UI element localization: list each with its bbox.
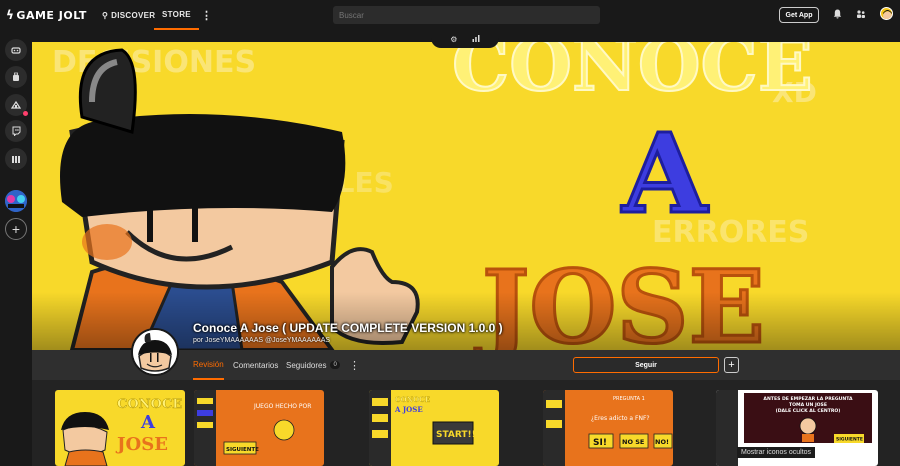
shot4-si-text: SI! (593, 438, 607, 448)
game-title: Conoce A Jose ( UPDATE COMPLETE VERSION … (193, 321, 503, 335)
nav-store[interactable]: STORE (154, 0, 199, 30)
screenshot-thumb-3[interactable]: CONOCE A JOSE START!! (369, 390, 499, 466)
stats-icon[interactable] (5, 148, 27, 170)
shot3-conoce-text: CONOCE (395, 395, 430, 404)
left-sidebar: + (0, 30, 32, 466)
add-community-icon[interactable]: + (5, 218, 27, 240)
shot1-a-text: A (140, 412, 156, 433)
shot4-question-text: ¿Eres adicto a FNF? (591, 415, 650, 422)
seguidores-count-badge: 0 (330, 361, 340, 369)
shot2-juego-text: JUEGO HECHO POR (253, 403, 311, 410)
add-to-playlist-button[interactable]: + (724, 357, 739, 373)
shot4-nose-text: NO SE (622, 438, 644, 446)
shot4-pregunta-text: PREGUNTA 1 (613, 396, 645, 402)
shot2-siguiente-text: SIGUIENTE (226, 447, 259, 453)
tab-comentarios[interactable]: Comentarios (233, 350, 278, 380)
shot5-line3-text: (DALE CLICK AL CENTRO) (776, 408, 841, 414)
more-menu-icon[interactable]: ⋮ (201, 0, 212, 30)
user-avatar[interactable] (880, 7, 893, 20)
tab-more-menu-icon[interactable]: ⋮ (349, 350, 360, 380)
show-hidden-icons-tooltip: Mostrar iconos ocultos (737, 447, 816, 458)
game-banner: DECISIONES XD ERRORES FINALES CONOCE A J… (32, 42, 900, 350)
fnf-community-icon[interactable] (5, 190, 27, 212)
banner-conoce-text: CONOCE (452, 42, 813, 107)
shot5-siguiente-text: SIGUIENTE (836, 437, 863, 443)
get-app-button[interactable]: Get App (779, 7, 819, 23)
tab-seguidores[interactable]: Seguidores 0 (286, 350, 340, 380)
nav-discover[interactable]: ⚲ DISCOVER (102, 0, 155, 30)
tab-revision-label: Revisión (193, 359, 224, 369)
tab-comentarios-label: Comentarios (233, 360, 279, 370)
screenshot-thumb-4[interactable]: PREGUNTA 1 ¿Eres adicto a FNF? SI! NO SE… (543, 390, 673, 466)
twitch-icon[interactable] (5, 120, 27, 142)
backpack-icon[interactable] (5, 66, 27, 88)
shot5-line2-text: TOMA UN JOSE (789, 402, 827, 408)
tab-revision[interactable]: Revisión (193, 350, 224, 380)
shot3-start-text: START!! (436, 430, 476, 440)
follow-label: Seguir (635, 361, 657, 369)
game-author[interactable]: por JoseYMAAAAAAS @JoseYMAAAAAAS (193, 337, 330, 344)
library-icon[interactable] (5, 39, 27, 61)
bell-icon[interactable] (833, 9, 842, 22)
shot3-a-text: A JOSE (394, 405, 423, 414)
developer-avatar[interactable] (131, 328, 179, 376)
nav-discover-label: DISCOVER (111, 10, 156, 20)
nav-store-label: STORE (162, 9, 191, 19)
banner-a-text: A (621, 109, 709, 238)
friends-icon[interactable] (856, 9, 866, 22)
search-input[interactable] (333, 6, 600, 24)
banner-tools: ⚙ (431, 30, 499, 48)
lightning-icon: ϟ (6, 8, 15, 22)
shot1-conoce-text: CONOCE (117, 397, 182, 412)
gamejolt-logo[interactable]: ϟ GAME JOLT (6, 8, 87, 22)
analytics-icon[interactable] (472, 34, 480, 44)
plus-label: + (728, 359, 735, 371)
settings-gear-icon[interactable]: ⚙ (450, 35, 457, 44)
shot1-jose-text: JOSE (115, 434, 168, 455)
logo-text: GAME JOLT (16, 8, 87, 22)
shot4-no-text: NO! (655, 438, 669, 446)
tab-seguidores-label: Seguidores (286, 360, 327, 370)
follow-button[interactable]: Seguir (573, 357, 719, 373)
compass-icon: ⚲ (102, 10, 109, 20)
get-app-label: Get App (785, 11, 813, 19)
shot5-line1-text: ANTES DE EMPEZAR LA PREGUNTA (763, 396, 853, 402)
top-bar: ϟ GAME JOLT ⚲ DISCOVER STORE ⋮ Get App (0, 0, 900, 30)
screenshot-thumb-1[interactable]: CONOCE A JOSE (55, 390, 185, 466)
notification-dot (23, 111, 28, 116)
screenshot-thumb-2[interactable]: JUEGO HECHO POR SIGUIENTE (194, 390, 324, 466)
